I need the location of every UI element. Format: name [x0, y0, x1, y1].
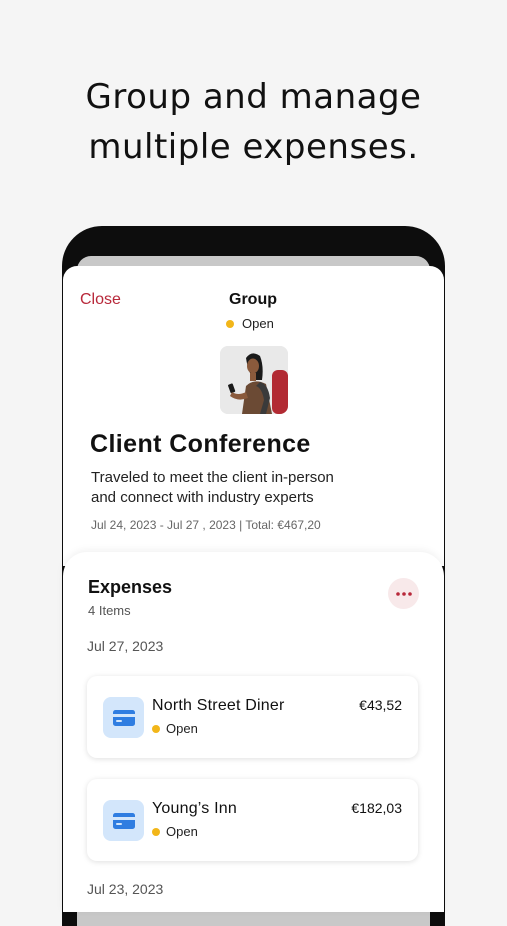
- group-title: Group: [229, 291, 277, 308]
- headline-line-1: Group and manage: [85, 77, 422, 117]
- trip-description: Traveled to meet the client in-person an…: [91, 468, 391, 508]
- trip-title: Client Conference: [90, 430, 311, 458]
- headline-line-2: multiple expenses.: [88, 127, 419, 167]
- expense-amount: €43,52: [359, 697, 402, 713]
- trip-description-line-2: and connect with industry experts: [91, 489, 314, 506]
- credit-card-icon: [112, 812, 135, 829]
- trip-meta: Jul 24, 2023 - Jul 27 , 2023 | Total: €4…: [91, 518, 321, 532]
- expense-status-label: Open: [166, 824, 198, 839]
- expense-status-label: Open: [166, 721, 198, 736]
- status-dot: [226, 319, 234, 328]
- expense-amount: €182,03: [351, 800, 402, 816]
- expense-type-tile: [103, 800, 144, 841]
- date-header: Jul 27, 2023: [87, 638, 164, 654]
- more-options-button[interactable]: [388, 578, 419, 609]
- status-dot: [152, 724, 160, 733]
- more-horizontal-icon: [395, 591, 412, 596]
- marketing-headline: Group and manage multiple expenses.: [0, 72, 507, 172]
- trip-description-line-1: Traveled to meet the client in-person: [91, 469, 334, 486]
- trip-avatar: [220, 346, 288, 414]
- expenses-title: Expenses: [88, 577, 173, 597]
- expenses-count: 4 Items: [88, 603, 131, 618]
- group-status: Open: [226, 316, 274, 331]
- expense-name: Young’s Inn: [152, 800, 237, 817]
- expense-name: North Street Diner: [152, 697, 285, 714]
- status-dot: [152, 827, 160, 836]
- date-header: Jul 23, 2023: [87, 881, 164, 897]
- expense-status: Open: [152, 824, 198, 839]
- woman-with-phone-illustration-icon: [220, 346, 288, 414]
- expense-card[interactable]: North Street Diner Open €43,52: [87, 676, 418, 758]
- expense-type-tile: [103, 697, 144, 738]
- expense-status: Open: [152, 721, 198, 736]
- close-button[interactable]: Close: [80, 291, 121, 309]
- group-status-label: Open: [242, 316, 274, 331]
- credit-card-icon: [112, 709, 135, 726]
- expense-card[interactable]: Young’s Inn Open €182,03: [87, 779, 418, 861]
